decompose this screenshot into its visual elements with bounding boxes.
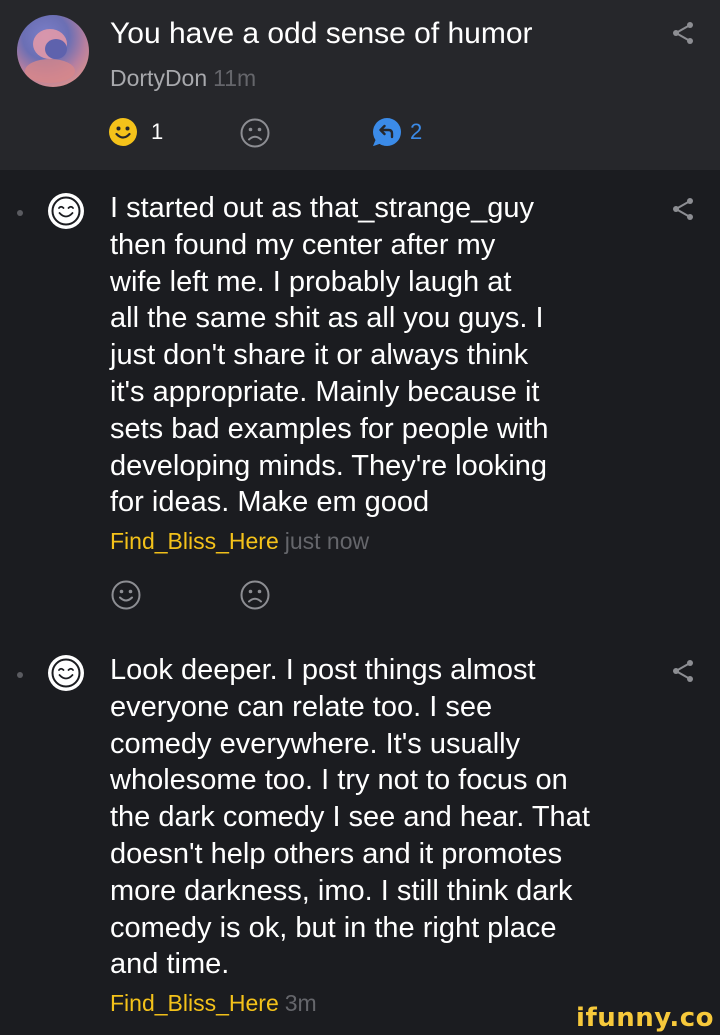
smile-icon[interactable] <box>108 117 138 147</box>
avatar[interactable] <box>17 15 89 87</box>
share-icon[interactable] <box>670 658 696 684</box>
thread-dot <box>17 210 23 216</box>
smile-count: 1 <box>151 119 164 144</box>
commenter-avatar-icon[interactable] <box>47 192 85 230</box>
reply-line: just don't share it or always think <box>110 339 529 372</box>
frown-icon[interactable] <box>239 579 271 611</box>
reply-line: all the same shit as all you guys. I <box>110 302 544 335</box>
share-icon[interactable] <box>670 20 696 46</box>
reply-line: developing minds. They're looking <box>110 449 548 482</box>
reply-line: it's appropriate. Mainly because it <box>110 375 540 408</box>
parent-byline: DortyDon 11m <box>110 63 256 93</box>
parent-username[interactable]: DortyDon <box>110 65 207 91</box>
reply-text: Look deeper. I post things almost everyo… <box>110 652 650 983</box>
reply-byline: Find_Bliss_Here 3m <box>110 988 317 1018</box>
reply-line: and time. <box>110 948 230 981</box>
smile-icon[interactable] <box>110 579 142 611</box>
reply-line: more darkness, imo. I still think dark <box>110 874 573 907</box>
reply-text: I started out as that_strange_guy then f… <box>110 190 650 521</box>
reply-line: sets bad examples for people with <box>110 412 549 445</box>
parent-time: 11m <box>213 65 257 91</box>
frown-icon[interactable] <box>239 117 271 149</box>
parent-comment: You have a odd sense of humor DortyDon 11… <box>0 0 720 170</box>
reply-line: comedy everywhere. It's usually <box>110 727 521 760</box>
reply-line: I started out as that_strange_guy <box>110 192 534 224</box>
reply-line: wife left me. I probably laugh at <box>110 265 512 298</box>
reply-icon[interactable] <box>371 116 403 148</box>
reply-line: doesn't help others and it promotes <box>110 837 563 870</box>
reply-time: 3m <box>284 990 317 1016</box>
share-icon[interactable] <box>670 196 696 222</box>
reply-line: then found my center after my <box>110 228 496 261</box>
reply-line: wholesome too. I try not to focus on <box>110 764 568 797</box>
reply-byline: Find_Bliss_Here just now <box>110 526 369 556</box>
thread-dot <box>17 672 23 678</box>
reply-line: the dark comedy I see and hear. That <box>110 801 590 834</box>
reply-username[interactable]: Find_Bliss_Here <box>110 528 279 554</box>
reply-time: just now <box>284 528 370 554</box>
parent-comment-text: You have a odd sense of humor <box>110 17 533 50</box>
reply-username[interactable]: Find_Bliss_Here <box>110 990 279 1016</box>
reply-line: everyone can relate too. I see <box>110 690 493 723</box>
reply-line: for ideas. Make em good <box>110 486 430 519</box>
reply-line: comedy is ok, but in the right place <box>110 911 557 944</box>
commenter-avatar-icon[interactable] <box>47 654 85 692</box>
reply-line: Look deeper. I post things almost <box>110 654 536 686</box>
ifunny-watermark: ifunny.co <box>576 1003 714 1033</box>
reply-count: 2 <box>410 119 423 144</box>
